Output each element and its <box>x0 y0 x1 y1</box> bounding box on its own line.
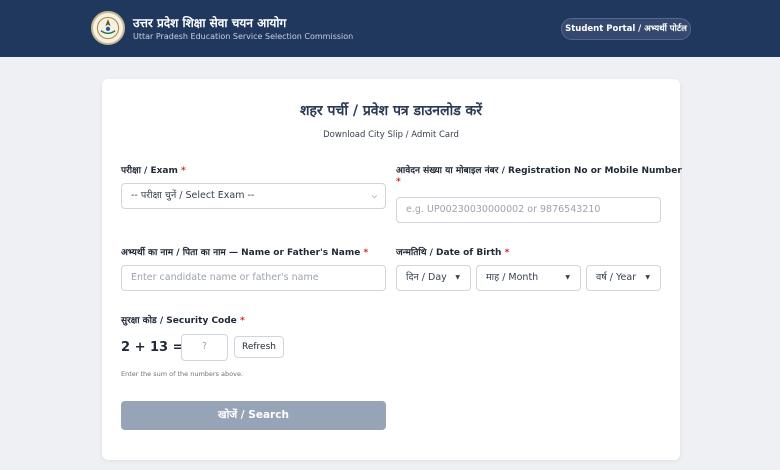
dob-label: जन्मतिथि / Date of Birth * <box>396 248 510 258</box>
dob-month-value: माह / Month <box>486 272 539 283</box>
dob-day-value: दिन / Day <box>406 272 447 283</box>
app-header: उत्तर प्रदेश शिक्षा सेवा चयन आयोग Uttar … <box>0 0 780 57</box>
required-marker: * <box>239 316 245 326</box>
candidate-name-label: अभ्यर्थी का नाम / पिता का नाम — Name or … <box>121 248 369 258</box>
org-name-hindi: उत्तर प्रदेश शिक्षा सेवा चयन आयोग <box>133 16 287 30</box>
exam-select[interactable]: -- परीक्षा चुनें / Select Exam -- ⌵ <box>121 183 386 209</box>
required-marker: * <box>363 248 369 258</box>
commission-logo <box>91 11 125 45</box>
caret-down-icon: ▼ <box>455 274 460 281</box>
student-portal-button[interactable]: Student Portal / अभ्यर्थी पोर्टल <box>561 18 691 40</box>
dob-month-select[interactable]: माह / Month ▼ <box>476 265 581 291</box>
candidate-name-input[interactable]: Enter candidate name or father's name <box>121 265 386 291</box>
exam-label: परीक्षा / Exam * <box>121 166 186 176</box>
caret-down-icon: ▼ <box>645 274 650 281</box>
required-marker: * <box>396 177 401 187</box>
form-title-hindi: शहर पर्ची / प्रवेश पत्र डाउनलोड करें <box>299 103 483 119</box>
captcha-hint: Enter the sum of the numbers above. <box>121 370 244 378</box>
search-button[interactable]: खोजें / Search <box>121 401 386 430</box>
form-title-english: Download City Slip / Admit Card <box>323 130 459 140</box>
security-code-label: सुरक्षा कोड / Security Code * <box>121 316 245 326</box>
captcha-question: 2 + 13 = <box>121 340 184 355</box>
dob-year-select[interactable]: वर्ष / Year ▼ <box>586 265 661 291</box>
required-marker: * <box>181 166 186 176</box>
required-marker: * <box>504 248 510 258</box>
dob-year-value: वर्ष / Year <box>596 272 637 283</box>
emblem-icon <box>94 14 122 42</box>
registration-input[interactable]: e.g. UP00230030000002 or 9876543210 <box>396 197 661 223</box>
registration-label: आवेदन संख्या या मोबाइल नंबर / Registrati… <box>396 166 682 176</box>
caret-down-icon: ▼ <box>565 274 570 281</box>
org-name-english: Uttar Pradesh Education Service Selectio… <box>133 32 354 41</box>
captcha-answer-input[interactable]: ? <box>181 334 228 361</box>
chevron-down-icon: ⌵ <box>371 192 377 200</box>
refresh-captcha-button[interactable]: Refresh <box>234 336 284 358</box>
exam-select-value: -- परीक्षा चुनें / Select Exam -- <box>131 190 255 201</box>
dob-day-select[interactable]: दिन / Day ▼ <box>396 265 471 291</box>
download-form-card: शहर पर्ची / प्रवेश पत्र डाउनलोड करें Dow… <box>102 79 682 460</box>
